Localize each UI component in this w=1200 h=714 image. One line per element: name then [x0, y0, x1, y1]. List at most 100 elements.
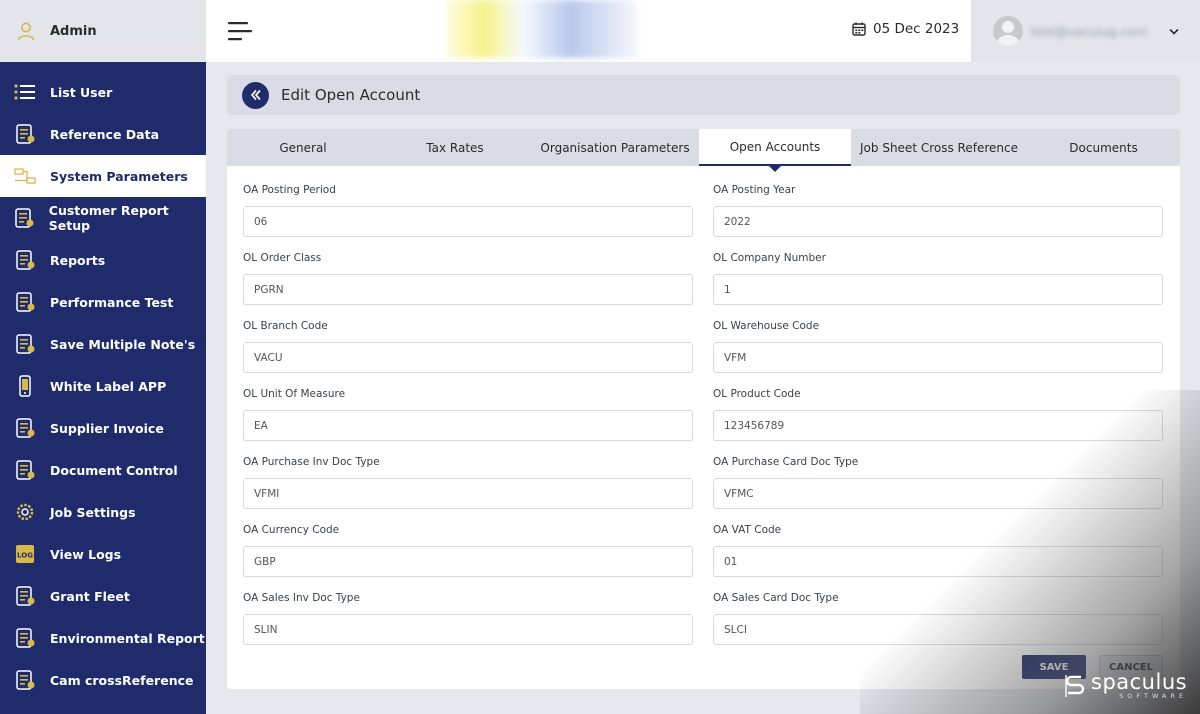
field-oa-currency-code: OA Currency Code — [243, 522, 693, 590]
oa-vat-code-label: OA VAT Code — [713, 524, 782, 536]
environment-icon — [13, 626, 37, 650]
form-row: OL Unit Of Measure OL Product Code — [243, 386, 1163, 454]
list-icon — [13, 80, 37, 104]
sidebar-item-grant-fleet[interactable]: Grant Fleet — [0, 575, 206, 617]
avatar — [993, 16, 1023, 46]
crossreference-icon — [13, 668, 37, 692]
sidebar-item-white-label-app[interactable]: White Label APP — [0, 365, 206, 407]
notes-icon — [13, 332, 37, 356]
sidebar-item-customer-report-setup[interactable]: Customer Report Setup — [0, 197, 206, 239]
invoice-icon — [13, 416, 37, 440]
sidebar-item-label: Supplier Invoice — [50, 420, 164, 436]
oa-purchase-inv-doc-type-input[interactable] — [243, 478, 693, 509]
field-ol-company-number: OL Company Number — [713, 250, 1163, 318]
sidebar-item-save-multiple-note-s[interactable]: Save Multiple Note's — [0, 323, 206, 365]
back-button[interactable] — [242, 81, 269, 109]
sidebar-item-label: Reports — [50, 252, 106, 268]
ol-order-class-label: OL Order Class — [243, 252, 322, 264]
calendar-icon — [852, 22, 866, 36]
sidebar-item-cam-crossreference[interactable]: Cam crossReference — [0, 659, 206, 701]
user-email: test@vaculug.com — [1031, 23, 1148, 39]
ol-product-code-input[interactable] — [713, 410, 1163, 441]
tab-documents[interactable]: Documents — [1027, 129, 1180, 166]
log-icon: LOG — [13, 542, 37, 566]
sidebar-item-label: Customer Report Setup — [48, 203, 169, 233]
sidebar-item-label: Document Control — [50, 462, 178, 478]
sidebar-item-label: Performance Test — [50, 294, 174, 310]
page-title: Edit Open Account — [281, 86, 421, 104]
company-logo[interactable] — [446, 0, 638, 58]
performance-icon — [13, 290, 37, 314]
sidebar-item-performance-test[interactable]: Performance Test — [0, 281, 206, 323]
sidebar-item-label: List User — [50, 84, 113, 100]
form-row: OL Branch Code OL Warehouse Code — [243, 318, 1163, 386]
chevron-down-icon — [1169, 28, 1179, 35]
fleet-icon — [13, 584, 37, 608]
tab-open-accounts[interactable]: Open Accounts — [699, 129, 851, 172]
form-row: OA Currency Code OA VAT Code — [243, 522, 1163, 590]
oa-vat-code-input[interactable] — [713, 546, 1163, 577]
sidebar-item-reports[interactable]: Reports — [0, 239, 206, 281]
user-dropdown[interactable]: test@vaculug.com — [971, 0, 1200, 62]
form-row: OA Posting Period OA Posting Year — [243, 182, 1163, 250]
oa-sales-inv-doc-type-label: OA Sales Inv Doc Type — [243, 592, 360, 604]
sidebar-user[interactable]: Admin — [0, 0, 206, 62]
oa-posting-period-input[interactable] — [243, 206, 693, 237]
form-row: OA Purchase Inv Doc Type OA Purchase Card… — [243, 454, 1163, 522]
field-oa-posting-period: OA Posting Period — [243, 182, 693, 250]
top-header: 05 Dec 2023 test@vaculug.com — [206, 0, 1200, 62]
sidebar-item-list-user[interactable]: List User — [0, 71, 206, 113]
reports-icon — [13, 248, 37, 272]
sidebar-item-environmental-report[interactable]: Environmental Report — [0, 617, 206, 659]
sidebar-item-job-settings[interactable]: Job Settings — [0, 491, 206, 533]
ol-warehouse-code-input[interactable] — [713, 342, 1163, 373]
sidebar-item-document-control[interactable]: Document Control — [0, 449, 206, 491]
ol-product-code-label: OL Product Code — [713, 388, 801, 400]
sidebar-item-view-logs[interactable]: LOG View Logs — [0, 533, 206, 575]
oa-posting-year-input[interactable] — [713, 206, 1163, 237]
field-oa-purchase-inv-doc-type: OA Purchase Inv Doc Type — [243, 454, 693, 522]
tab-tax-rates[interactable]: Tax Rates — [379, 129, 531, 166]
oa-sales-inv-doc-type-input[interactable] — [243, 614, 693, 645]
ol-company-number-label: OL Company Number — [713, 252, 826, 264]
tab-organisation-parameters[interactable]: Organisation Parameters — [531, 129, 699, 166]
field-ol-order-class: OL Order Class — [243, 250, 693, 318]
tab-job-sheet-cross-reference[interactable]: Job Sheet Cross Reference — [851, 129, 1027, 166]
open-account-form: OA Posting Period OA Posting Year OL Order… — [243, 182, 1163, 658]
sidebar-item-label: Save Multiple Note's — [50, 336, 196, 352]
date-label: 05 Dec 2023 — [873, 21, 960, 37]
sidebar-item-label: Environmental Report — [50, 630, 205, 646]
oa-purchase-card-doc-type-label: OA Purchase Card Doc Type — [713, 456, 859, 468]
tab-general[interactable]: General — [227, 129, 379, 166]
sidebar-item-label: View Logs — [50, 546, 122, 562]
form-row: OL Order Class OL Company Number — [243, 250, 1163, 318]
sidebar-item-label: Grant Fleet — [50, 588, 130, 604]
oa-purchase-card-doc-type-input[interactable] — [713, 478, 1163, 509]
sidebar-item-label: Job Settings — [50, 504, 136, 520]
ol-company-number-input[interactable] — [713, 274, 1163, 305]
field-ol-unit-of-measure: OL Unit Of Measure — [243, 386, 693, 454]
form-row: OA Sales Inv Doc Type OA Sales Card Doc T… — [243, 590, 1163, 658]
ol-warehouse-code-label: OL Warehouse Code — [713, 320, 820, 332]
sidebar-menu: List User Reference Data System Parameters… — [0, 62, 206, 701]
sidebar-item-reference-data[interactable]: Reference Data — [0, 113, 206, 155]
sidebar-user-label: Admin — [50, 23, 97, 39]
sidebar-item-label: White Label APP — [50, 378, 167, 394]
ol-branch-code-label: OL Branch Code — [243, 320, 328, 332]
sidebar: Admin List User Reference Data System Para… — [0, 0, 206, 714]
ol-branch-code-input[interactable] — [243, 342, 693, 373]
oa-purchase-inv-doc-type-label: OA Purchase Inv Doc Type — [243, 456, 380, 468]
oa-sales-card-doc-type-input[interactable] — [713, 614, 1163, 645]
ol-order-class-input[interactable] — [243, 274, 693, 305]
sidebar-item-supplier-invoice[interactable]: Supplier Invoice — [0, 407, 206, 449]
field-oa-vat-code: OA VAT Code — [713, 522, 1163, 590]
sidebar-item-system-parameters[interactable]: System Parameters — [0, 155, 206, 197]
reference-icon — [13, 122, 37, 146]
spaculus-logo-icon — [1065, 675, 1085, 697]
oa-currency-code-input[interactable] — [243, 546, 693, 577]
field-ol-product-code: OL Product Code — [713, 386, 1163, 454]
sidebar-item-label: Cam crossReference — [50, 672, 194, 688]
hamburger-menu-icon[interactable] — [228, 20, 252, 42]
ol-unit-of-measure-input[interactable] — [243, 410, 693, 441]
double-chevron-left-icon — [250, 89, 261, 101]
